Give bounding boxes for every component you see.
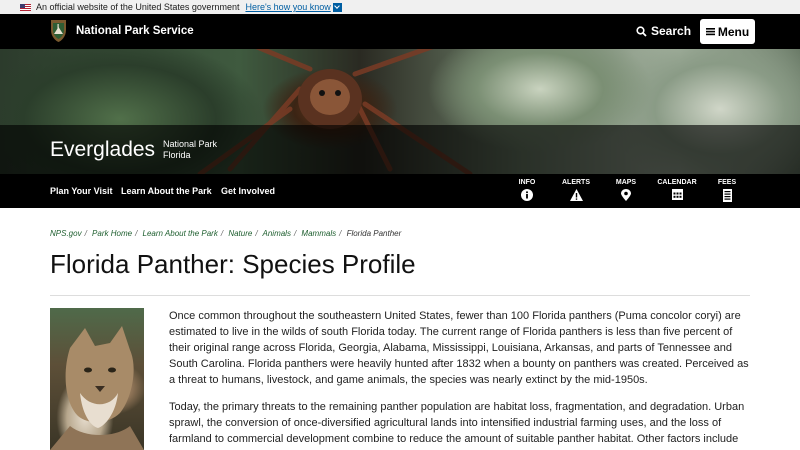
park-state: Florida	[163, 150, 191, 160]
park-name[interactable]: Everglades	[50, 138, 155, 162]
map-pin-icon	[621, 189, 631, 201]
nav-learn-about-the-park[interactable]: Learn About the Park	[121, 186, 212, 196]
paragraph-1: Once common throughout the southeastern …	[169, 310, 749, 386]
breadcrumb-park-home[interactable]: Park Home	[92, 229, 132, 238]
breadcrumb-nature[interactable]: Nature	[228, 229, 252, 238]
tool-info-label: INFO	[518, 179, 536, 186]
paragraph-2: Today, the primary threats to the remain…	[169, 401, 745, 445]
park-name-band: Everglades National Park Florida	[0, 125, 800, 174]
tool-calendar[interactable]: CALENDAR	[657, 179, 697, 200]
alert-icon	[569, 189, 583, 201]
park-nav-bar: Plan Your Visit Learn About the Park Get…	[0, 174, 800, 208]
search-label: Search	[651, 24, 692, 38]
breadcrumb-animals[interactable]: Animals	[263, 229, 291, 238]
nav-plan-your-visit[interactable]: Plan Your Visit	[50, 186, 113, 196]
page-title: Florida Panther: Species Profile	[50, 249, 416, 279]
menu-button[interactable]: Menu	[700, 19, 755, 44]
title-divider	[50, 295, 750, 296]
species-profile-text: Once common throughout the southeastern …	[169, 308, 754, 450]
chevron-down-icon[interactable]	[332, 2, 342, 12]
site-title[interactable]: National Park Service	[76, 25, 194, 37]
us-flag-icon	[20, 3, 31, 11]
breadcrumb-mammals[interactable]: Mammals	[301, 229, 336, 238]
fees-icon	[722, 189, 732, 202]
search-button[interactable]: Search	[636, 24, 691, 38]
breadcrumb-current: Florida Panther	[346, 229, 402, 238]
tool-fees[interactable]: FEES	[707, 179, 747, 202]
heres-how-you-know-link[interactable]: Here's how you know	[245, 2, 330, 12]
search-icon	[636, 25, 647, 37]
tool-alerts-label: ALERTS	[562, 179, 590, 186]
tool-maps-label: MAPS	[615, 179, 637, 186]
tool-info[interactable]: INFO	[507, 179, 547, 201]
hamburger-icon	[705, 28, 715, 36]
menu-label: Menu	[717, 24, 750, 39]
breadcrumb-nps-gov[interactable]: NPS.gov	[50, 229, 82, 238]
tool-fees-label: FEES	[717, 179, 737, 186]
panther-image	[50, 326, 144, 450]
tool-calendar-label: CALENDAR	[657, 179, 697, 186]
gov-banner: An official website of the United States…	[0, 0, 800, 14]
hero-banner-image: Everglades National Park Florida	[0, 49, 800, 174]
park-designation: National Park Florida	[163, 139, 217, 161]
park-type: National Park	[163, 139, 218, 149]
info-icon	[521, 189, 533, 201]
florida-panther-photo[interactable]	[50, 308, 144, 450]
breadcrumb: NPS.gov / Park Home / Learn About the Park…	[50, 229, 402, 238]
tool-alerts[interactable]: ALERTS	[556, 179, 596, 201]
nps-arrowhead-logo-icon[interactable]	[50, 19, 67, 43]
calendar-icon	[671, 189, 683, 200]
tool-maps[interactable]: MAPS	[606, 179, 646, 201]
nav-get-involved[interactable]: Get Involved	[221, 186, 275, 196]
site-header: National Park Service Search Menu	[0, 14, 800, 49]
breadcrumb-learn-about-the-park[interactable]: Learn About the Park	[143, 229, 218, 238]
gov-banner-text: An official website of the United States…	[36, 2, 240, 12]
